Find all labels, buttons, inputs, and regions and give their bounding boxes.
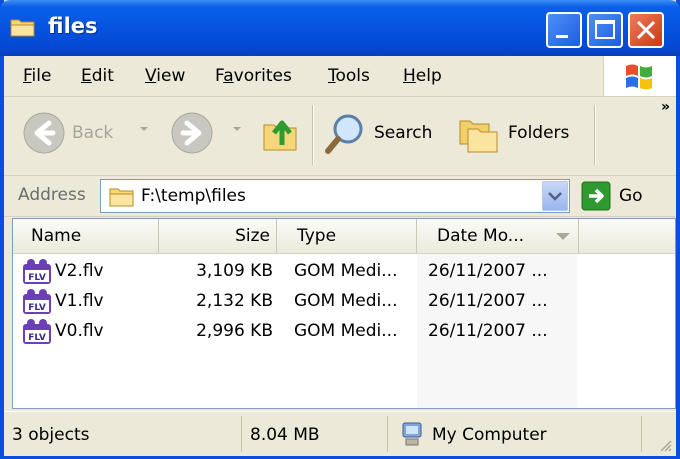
file-row[interactable]: FLV V0.flv 2,996 KB GOM Medi... 26/11/20… xyxy=(13,317,675,347)
flv-file-icon: FLV xyxy=(23,289,51,314)
file-name: V1.flv xyxy=(55,291,104,311)
menu-edit[interactable]: Edit xyxy=(81,66,114,86)
go-button[interactable]: Go xyxy=(581,181,643,211)
address-label: Address xyxy=(18,185,86,205)
address-dropdown-button[interactable] xyxy=(542,181,568,211)
folders-icon xyxy=(459,120,498,153)
menu-view[interactable]: View xyxy=(145,66,185,86)
close-icon xyxy=(636,20,656,40)
file-type: GOM Medi... xyxy=(294,321,398,341)
svg-text:FLV: FLV xyxy=(28,333,46,343)
go-arrow-icon xyxy=(581,181,611,211)
explorer-window: files File Edit View Favorites Tools Hel… xyxy=(0,0,680,459)
title-bar[interactable]: files xyxy=(0,0,680,56)
folder-icon xyxy=(109,188,134,207)
file-name: V0.flv xyxy=(55,321,104,341)
file-date: 26/11/2007 ... xyxy=(428,261,548,281)
toolbar: Back Search Folders » xyxy=(4,97,676,176)
back-dropdown-arrow[interactable] xyxy=(140,127,148,131)
file-list[interactable]: Name Size Type Date Mo... FLV V2.flv 3,1… xyxy=(12,218,676,409)
menu-tools[interactable]: Tools xyxy=(328,66,370,86)
status-location: My Computer xyxy=(432,425,547,445)
windows-logo xyxy=(603,56,676,96)
file-size: 2,996 KB xyxy=(196,321,273,341)
address-bar: Address F:\temp\files Go xyxy=(4,176,676,217)
back-arrow-icon xyxy=(23,112,65,154)
menu-bar: File Edit View Favorites Tools Help xyxy=(4,56,676,97)
close-button[interactable] xyxy=(628,12,664,48)
file-date: 26/11/2007 ... xyxy=(428,321,548,341)
resize-grip-icon[interactable] xyxy=(658,438,672,452)
toolbar-overflow-chevron[interactable]: » xyxy=(661,99,670,115)
file-row[interactable]: FLV V2.flv 3,109 KB GOM Medi... 26/11/20… xyxy=(13,257,675,287)
windows-flag-icon xyxy=(626,64,652,90)
menu-help[interactable]: Help xyxy=(403,66,442,86)
status-objects-panel: 3 objects xyxy=(4,416,242,452)
minimize-icon xyxy=(556,35,568,38)
status-bar: 3 objects 8.04 MB My Computer xyxy=(4,411,676,456)
column-header-row: Name Size Type Date Mo... xyxy=(13,219,675,254)
menu-file[interactable]: File xyxy=(23,66,51,86)
maximize-icon xyxy=(595,20,615,39)
file-name: V2.flv xyxy=(55,261,104,281)
address-field[interactable]: F:\temp\files xyxy=(100,179,570,213)
file-size: 3,109 KB xyxy=(196,261,273,281)
forward-dropdown-arrow[interactable] xyxy=(233,127,241,131)
menu-favorites[interactable]: Favorites xyxy=(215,66,292,86)
up-folder-button[interactable] xyxy=(260,111,300,155)
maximize-button[interactable] xyxy=(587,12,623,48)
flv-file-icon: FLV xyxy=(23,319,51,344)
toolbar-separator xyxy=(312,105,314,165)
chevron-down-icon xyxy=(548,192,562,201)
file-type: GOM Medi... xyxy=(294,261,398,281)
minimize-button[interactable] xyxy=(546,12,582,48)
up-folder-icon xyxy=(263,120,297,151)
search-icon xyxy=(325,114,363,154)
column-header-type[interactable]: Type xyxy=(277,219,417,253)
address-value: F:\temp\files xyxy=(141,186,246,206)
sort-arrow-icon xyxy=(556,233,570,240)
forward-button[interactable] xyxy=(170,111,214,155)
status-location-panel: My Computer xyxy=(388,416,642,452)
status-size: 8.04 MB xyxy=(250,425,320,445)
status-size-panel: 8.04 MB xyxy=(242,416,388,452)
file-size: 2,132 KB xyxy=(196,291,273,311)
my-computer-icon xyxy=(402,422,422,446)
folders-button[interactable]: Folders xyxy=(458,111,569,155)
svg-text:FLV: FLV xyxy=(28,303,46,313)
flv-file-icon: FLV xyxy=(23,259,51,284)
status-objects: 3 objects xyxy=(12,425,90,445)
back-button[interactable]: Back xyxy=(22,111,113,155)
file-type: GOM Medi... xyxy=(294,291,398,311)
column-header-size[interactable]: Size xyxy=(159,219,277,253)
column-header-name[interactable]: Name xyxy=(13,219,159,253)
folder-icon xyxy=(10,19,35,37)
window-title: files xyxy=(48,14,98,38)
file-row[interactable]: FLV V1.flv 2,132 KB GOM Medi... 26/11/20… xyxy=(13,287,675,317)
file-date: 26/11/2007 ... xyxy=(428,291,548,311)
svg-text:FLV: FLV xyxy=(28,273,46,283)
search-button[interactable]: Search xyxy=(324,111,432,155)
column-header-date[interactable]: Date Mo... xyxy=(417,219,579,253)
toolbar-separator xyxy=(594,105,596,165)
forward-arrow-icon xyxy=(171,112,213,154)
